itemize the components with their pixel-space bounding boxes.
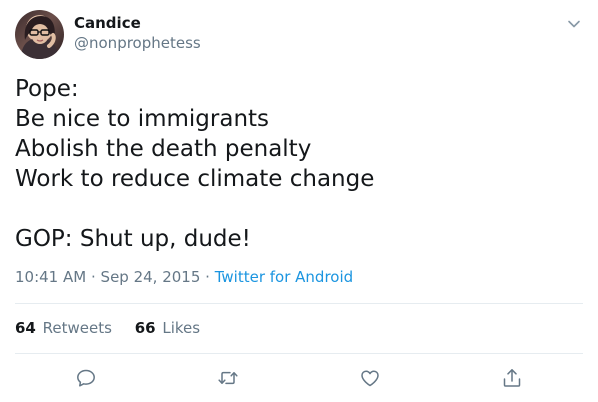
- likes-stat[interactable]: 66 Likes: [135, 318, 200, 338]
- tweet-line: GOP: Shut up, dude!: [15, 226, 251, 252]
- tweet-actions: [0, 366, 598, 390]
- divider: [15, 353, 583, 354]
- avatar-photo: [21, 16, 58, 59]
- display-name[interactable]: Candice: [74, 13, 201, 33]
- tweet-card: Candice @nonprophetess Pope: Be nice to …: [0, 0, 598, 402]
- tweet-header: Candice @nonprophetess: [15, 10, 585, 60]
- tweet-metadata: 10:41 AM · Sep 24, 2015 · Twitter for An…: [15, 267, 353, 287]
- share-icon[interactable]: [500, 366, 524, 390]
- meta-separator: ·: [90, 268, 96, 286]
- likes-count: 66: [134, 319, 156, 337]
- chevron-down-icon[interactable]: [567, 16, 581, 30]
- tweet-line: Pope:: [15, 76, 79, 102]
- retweet-icon[interactable]: [216, 366, 240, 390]
- user-names: Candice @nonprophetess: [74, 13, 201, 53]
- retweets-label: Retweets: [42, 319, 112, 337]
- retweets-count: 64: [15, 319, 36, 337]
- likes-label: Likes: [162, 319, 201, 337]
- tweet-source-link[interactable]: Twitter for Android: [215, 268, 353, 286]
- tweet-line: Abolish the death penalty: [15, 136, 312, 162]
- tweet-line: Be nice to immigrants: [15, 106, 270, 132]
- user-handle[interactable]: @nonprophetess: [74, 33, 201, 53]
- divider: [15, 303, 583, 304]
- tweet-time[interactable]: 10:41 AM: [15, 268, 86, 286]
- reply-icon[interactable]: [74, 366, 98, 390]
- avatar[interactable]: [15, 10, 64, 59]
- tweet-line: [15, 194, 585, 224]
- tweet-text: Pope: Be nice to immigrants Abolish the …: [15, 74, 585, 254]
- tweet-line: Work to reduce climate change: [15, 166, 375, 192]
- tweet-date[interactable]: Sep 24, 2015: [101, 268, 201, 286]
- retweets-stat[interactable]: 64 Retweets: [15, 318, 112, 338]
- tweet-stats: 64 Retweets 66 Likes: [15, 318, 218, 338]
- heart-icon[interactable]: [358, 366, 382, 390]
- meta-separator: ·: [205, 268, 210, 286]
